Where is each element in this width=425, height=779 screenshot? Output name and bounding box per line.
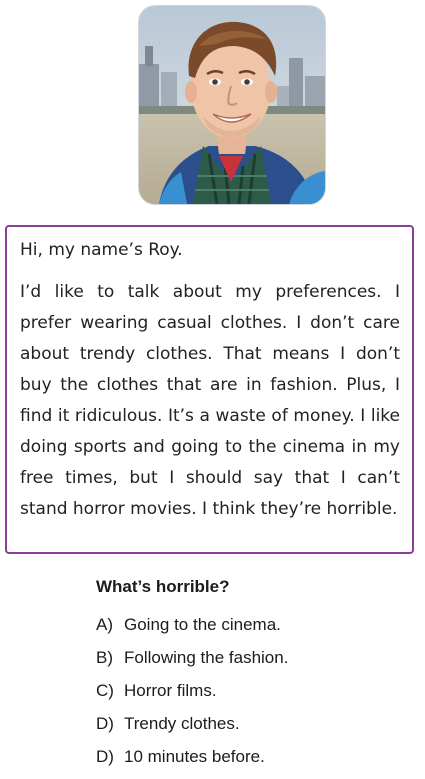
quiz-question: What’s horrible?: [96, 577, 230, 596]
passage-text: I’d like to talk about my preferences. I…: [20, 282, 400, 519]
passage-greeting: Hi, my name’s Roy.: [20, 240, 183, 260]
option-text: Trendy clothes.: [124, 714, 240, 733]
option-letter: C): [96, 681, 114, 700]
option-text: Following the fashion.: [124, 648, 289, 667]
option-letter: D): [96, 747, 114, 766]
answer-option-a[interactable]: A) Going to the cinema.: [96, 614, 288, 647]
answer-option-b[interactable]: B) Following the fashion.: [96, 647, 288, 680]
option-letter: D): [96, 714, 114, 733]
portrait-image: [139, 6, 325, 204]
passage-card: Hi, my name’s Roy. I’d like to talk abou…: [5, 225, 414, 554]
answer-option-d-second[interactable]: D) 10 minutes before.: [96, 746, 288, 779]
option-text: 10 minutes before.: [124, 747, 265, 766]
answer-options: A) Going to the cinema. B) Following the f…: [96, 614, 288, 779]
answer-option-d[interactable]: D) Trendy clothes.: [96, 713, 288, 746]
option-letter: B): [96, 648, 113, 667]
option-letter: A): [96, 615, 113, 634]
profile-photo: [139, 6, 325, 204]
option-text: Horror films.: [124, 681, 217, 700]
answer-option-c[interactable]: C) Horror films.: [96, 680, 288, 713]
option-text: Going to the cinema.: [124, 615, 281, 634]
